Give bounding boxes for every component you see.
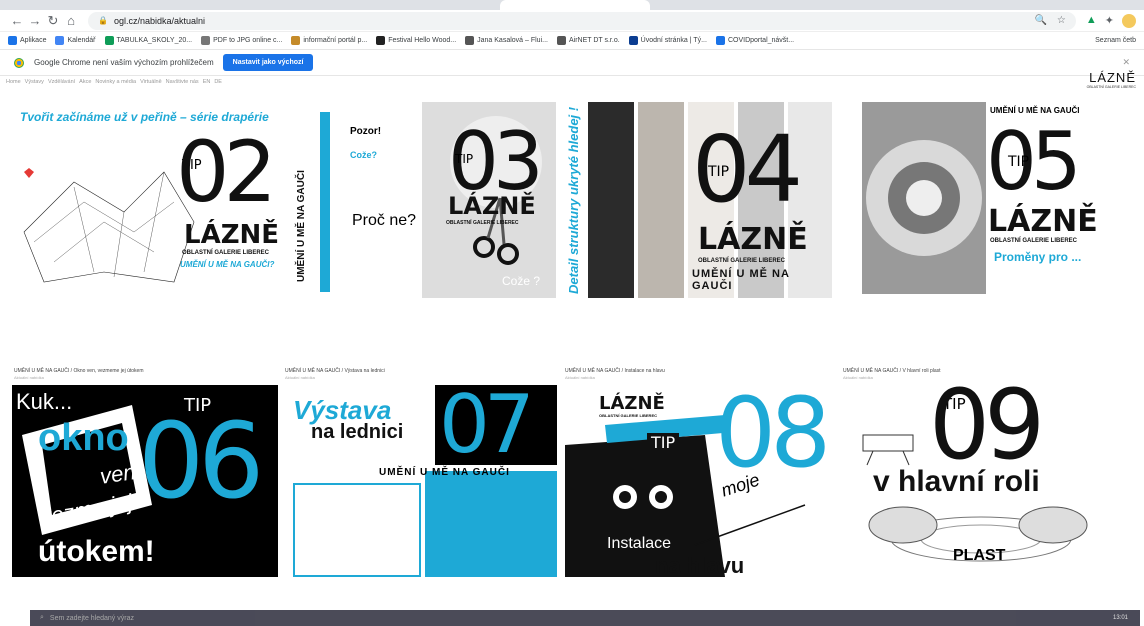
drive-extension-icon[interactable]: ▲ [1086, 14, 1097, 28]
bookmark-item[interactable]: PDF to JPG online c... [201, 36, 282, 45]
tab-strip [0, 0, 1144, 10]
site-nav-item[interactable]: Virtuálně [140, 79, 162, 85]
close-icon[interactable]: ✕ [1122, 57, 1130, 68]
zoom-icon[interactable]: 🔍 [1034, 15, 1046, 26]
back-icon[interactable]: ← [8, 13, 26, 28]
site-nav-item[interactable]: DE [214, 79, 222, 85]
bookmark-item[interactable]: Festival Hello Wood... [376, 36, 456, 45]
star-icon[interactable]: ☆ [1057, 15, 1066, 26]
tile-tip-03[interactable]: UMĚNÍ U MĚ NA GAUČI Pozor! Cože? Proč ne… [290, 102, 556, 298]
bookmark-icon [376, 36, 386, 45]
site-nav-item[interactable]: Akce [79, 79, 91, 85]
bookmark-item[interactable]: TABULKA_SKOLY_20... [104, 36, 192, 45]
address-bar[interactable]: 🔒 ogl.cz/nabidka/aktualni 🔍 ☆ [88, 11, 1076, 30]
tile-tip-05[interactable]: UMĚNÍ U MĚ NA GAUČI 05 TIP LÁZNĚ OBLASTN… [862, 102, 1122, 298]
home-icon[interactable]: ⌂ [62, 13, 80, 28]
site-nav-item[interactable]: Vzdělávání [48, 79, 75, 85]
site-nav: LÁZNĚ OBLASTNÍ GALERIE LIBEREC Home Výsta… [0, 70, 1144, 89]
tile-tip-06[interactable]: Kuk... TIP 06 okno ven, vezme jej útokem… [12, 385, 278, 577]
tip-number: 02 [176, 123, 277, 221]
tip-number: 07 [439, 385, 535, 471]
tip-number: 05 [986, 115, 1082, 208]
reading-list[interactable]: Seznam četb [1095, 37, 1136, 44]
bookmark-item[interactable]: Jana Kasalová – Flui... [465, 36, 548, 45]
tile-caption[interactable]: UMĚNÍ U MĚ NA GAUČI / Okno ven, vezmeme … [14, 368, 143, 374]
windows-taskbar: ⌕ Sem zadejte hledaný výraz 13:01 [30, 610, 1140, 626]
search-icon[interactable]: ⌕ [40, 614, 44, 622]
tile-tip-09[interactable]: TIP 09 v hlavní roli PLAST [843, 385, 1121, 577]
bookmark-icon [201, 36, 211, 45]
browser-toolbar: ← → ↻ ⌂ 🔒 ogl.cz/nabidka/aktualni 🔍 ☆ ▲ … [0, 10, 1144, 32]
bookmarks-bar: Aplikace Kalendář TABULKA_SKOLY_20... PDF t… [0, 32, 1144, 50]
site-nav-item[interactable]: Výstavy [25, 79, 44, 85]
puzzle-extension-icon[interactable]: ✦ [1105, 14, 1114, 28]
bookmark-icon [55, 36, 65, 45]
tip-number: 08 [715, 385, 831, 489]
browser-tab-active[interactable] [500, 0, 650, 10]
site-nav-item[interactable]: Home [6, 79, 21, 85]
tile-tip-04[interactable]: Detail struktury ukryté hledej ! 04 TIP … [562, 102, 832, 298]
bookmark-icon [291, 36, 301, 45]
site-logo[interactable]: LÁZNĚ OBLASTNÍ GALERIE LIBEREC [1087, 70, 1136, 89]
bookmark-item[interactable]: AirNET DT s.r.o. [556, 36, 620, 45]
set-default-button[interactable]: Nastavit jako výchozí [222, 54, 314, 71]
tile-grid: Tvořit začínáme už v peřině – série drap… [0, 88, 1144, 626]
tile-caption[interactable]: UMĚNÍ U MĚ NA GAUČI / Instalace na hlavu [565, 368, 665, 374]
profile-avatar[interactable] [1122, 13, 1136, 28]
bookmark-item[interactable]: Kalendář [55, 36, 96, 45]
tile-tip-02[interactable]: Tvořit začínáme už v peřině – série drap… [14, 102, 284, 298]
default-browser-infobar: Google Chrome není vaším výchozím prohlí… [0, 50, 1144, 76]
bookmark-item[interactable]: informační portál p... [291, 36, 367, 45]
bookmark-icon [465, 36, 475, 45]
infobar-text: Google Chrome není vaším výchozím prohlí… [34, 58, 214, 67]
reload-icon[interactable]: ↻ [44, 13, 62, 29]
tile-tip-08[interactable]: LÁZNĚ OBLASTNÍ GALERIE LIBEREC TIP 08 mo… [565, 385, 833, 577]
lock-icon: 🔒 [98, 16, 108, 25]
forward-icon[interactable]: → [26, 13, 44, 28]
browser-tab[interactable] [40, 0, 190, 10]
bookmark-icon [104, 36, 114, 45]
tile-tip-07[interactable]: Výstava na lednici TIP 07 UMĚNÍ U MĚ NA … [285, 385, 557, 577]
glass-photo [862, 102, 986, 294]
chrome-icon [14, 57, 24, 68]
bookmark-icon [8, 36, 17, 45]
address-text: ogl.cz/nabidka/aktualni [113, 15, 206, 26]
site-nav-item[interactable]: Novinky a média [95, 79, 136, 85]
taskbar-search[interactable]: Sem zadejte hledaný výraz [50, 615, 134, 622]
bookmark-item[interactable]: COVIDportal_návšt... [715, 36, 794, 45]
bookmark-icon [628, 36, 638, 45]
tile-caption[interactable]: UMĚNÍ U MĚ NA GAUČI / Výstava na lednici [285, 368, 385, 374]
tile-caption[interactable]: UMĚNÍ U MĚ NA GAUČI / V hlavní roli plas… [843, 368, 941, 374]
browser-tab[interactable] [190, 0, 340, 10]
bookmark-icon [715, 36, 725, 45]
bookmark-item[interactable]: Úvodní stránka | Tý... [628, 36, 707, 45]
site-nav-item[interactable]: Navštivte nás [166, 79, 199, 85]
tile-title: Tvořit začínáme už v peřině – série drap… [20, 110, 269, 124]
bookmark-item[interactable]: Aplikace [8, 36, 46, 45]
clock: 13:01 [1112, 615, 1128, 621]
bookmark-icon [556, 36, 566, 45]
site-nav-item[interactable]: EN [203, 79, 211, 85]
tip-number: 06 [138, 400, 264, 522]
